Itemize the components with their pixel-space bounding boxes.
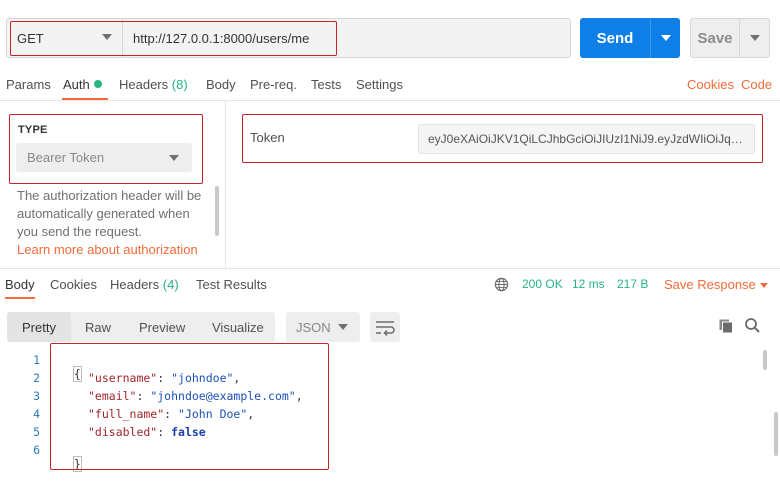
chevron-down-icon (169, 155, 179, 161)
token-value: eyJ0eXAiOiJKV1QiLCJhbGciOiJIUzI1NiJ9.eyJ… (428, 132, 746, 146)
auth-type-select[interactable]: Bearer Token (16, 143, 192, 172)
auth-type-label: TYPE (18, 124, 48, 136)
save-options-button[interactable] (739, 19, 770, 57)
line-number: 5 (33, 425, 40, 439)
code-line[interactable]: "email": "johndoe@example.com", (88, 389, 303, 403)
line-number: 4 (33, 407, 40, 421)
status-dot-icon (93, 80, 102, 88)
chevron-down-icon (750, 35, 760, 41)
line-number: 3 (33, 389, 40, 403)
json-value: "johndoe" (171, 371, 234, 385)
token-label: Token (250, 130, 285, 145)
format-select[interactable]: JSON (286, 312, 360, 342)
json-key: "username" (88, 371, 158, 385)
response-tab-headers-count: (4) (162, 277, 179, 292)
json-key: "full_name" (88, 407, 165, 421)
code-line[interactable]: "full_name": "John Doe", (88, 407, 254, 421)
response-view-group: Pretty Raw Preview Visualize (7, 312, 275, 342)
code-line[interactable]: "username": "johndoe", (88, 371, 240, 385)
tab-tests[interactable]: Tests (311, 77, 341, 92)
response-tab-cookies[interactable]: Cookies (50, 277, 97, 292)
format-value: JSON (296, 319, 331, 335)
view-visualize-button[interactable]: Visualize (212, 312, 264, 342)
chevron-down-icon (661, 35, 671, 41)
save-response-button[interactable]: Save Response (664, 277, 768, 292)
response-active-tab-indicator (5, 297, 35, 299)
line-number: 2 (33, 371, 40, 385)
tab-headers-count: (8) (171, 77, 188, 92)
url-input[interactable]: http://127.0.0.1:8000/users/me (124, 19, 309, 57)
tab-headers-label: Headers (119, 77, 169, 92)
response-tab-test-results[interactable]: Test Results (196, 277, 267, 292)
tab-auth-label: Auth (63, 77, 90, 92)
tab-params[interactable]: Params (6, 77, 51, 92)
send-button[interactable]: Send (580, 18, 680, 58)
cookies-link[interactable]: Cookies (687, 77, 734, 92)
response-time[interactable]: 12 ms (572, 277, 605, 291)
learn-more-link[interactable]: Learn more about authorization (17, 241, 207, 268)
tabs-divider (0, 100, 780, 101)
token-input[interactable]: eyJ0eXAiOiJKV1QiLCJhbGciOiJIUzI1NiJ9.eyJ… (418, 124, 755, 154)
json-key: "email" (88, 389, 137, 403)
view-pretty-button[interactable]: Pretty (7, 312, 71, 342)
open-brace: { (72, 366, 82, 382)
response-scrollbar-top[interactable] (763, 350, 767, 370)
chevron-down-icon (102, 34, 112, 40)
auth-description: The authorization header will be automat… (17, 188, 202, 239)
response-scrollbar[interactable] (774, 412, 778, 456)
pane-divider[interactable] (0, 268, 780, 269)
close-brace: } (72, 456, 82, 472)
tab-settings[interactable]: Settings (356, 77, 403, 92)
globe-icon[interactable] (494, 277, 509, 292)
auth-scrollbar[interactable] (215, 186, 219, 236)
auth-panel-divider (225, 101, 226, 268)
json-value: "johndoe@example.com" (150, 389, 296, 403)
line-number: 1 (33, 353, 40, 367)
chevron-down-icon (760, 283, 768, 288)
url-text: http://127.0.0.1:8000/users/me (133, 30, 310, 46)
search-icon[interactable] (744, 317, 761, 334)
save-label: Save (697, 29, 733, 47)
copy-icon[interactable] (718, 318, 734, 334)
code-line[interactable]: { (60, 353, 82, 382)
wrap-lines-icon (376, 321, 395, 337)
auth-type-value: Bearer Token (27, 150, 105, 165)
tab-auth[interactable]: Auth (63, 77, 102, 92)
send-options-button[interactable] (650, 18, 680, 58)
view-preview-button[interactable]: Preview (139, 312, 185, 342)
response-tab-headers[interactable]: Headers (4) (110, 277, 179, 292)
code-link[interactable]: Code (741, 77, 772, 92)
response-tab-headers-label: Headers (110, 277, 160, 292)
tab-headers[interactable]: Headers (8) (119, 77, 188, 92)
wrap-lines-button[interactable] (370, 312, 400, 342)
request-bar: GET http://127.0.0.1:8000/users/me (6, 18, 571, 58)
tab-body[interactable]: Body (206, 77, 236, 92)
send-label: Send (596, 29, 634, 47)
line-number: 6 (33, 443, 40, 457)
json-value: "John Doe" (178, 407, 248, 421)
view-raw-button[interactable]: Raw (85, 312, 111, 342)
json-value: false (171, 425, 206, 439)
save-button[interactable]: Save (690, 18, 770, 58)
method-select[interactable]: GET (7, 19, 123, 57)
status-code[interactable]: 200 OK (522, 277, 563, 291)
tab-prereq[interactable]: Pre-req. (250, 77, 297, 92)
response-tab-body[interactable]: Body (5, 277, 35, 292)
code-line[interactable]: } (60, 443, 82, 472)
method-label: GET (17, 30, 44, 46)
response-size[interactable]: 217 B (617, 277, 648, 291)
save-response-label: Save Response (664, 277, 756, 292)
json-key: "disabled" (88, 425, 158, 439)
code-line[interactable]: "disabled": false (88, 425, 206, 439)
chevron-down-icon (338, 324, 348, 330)
